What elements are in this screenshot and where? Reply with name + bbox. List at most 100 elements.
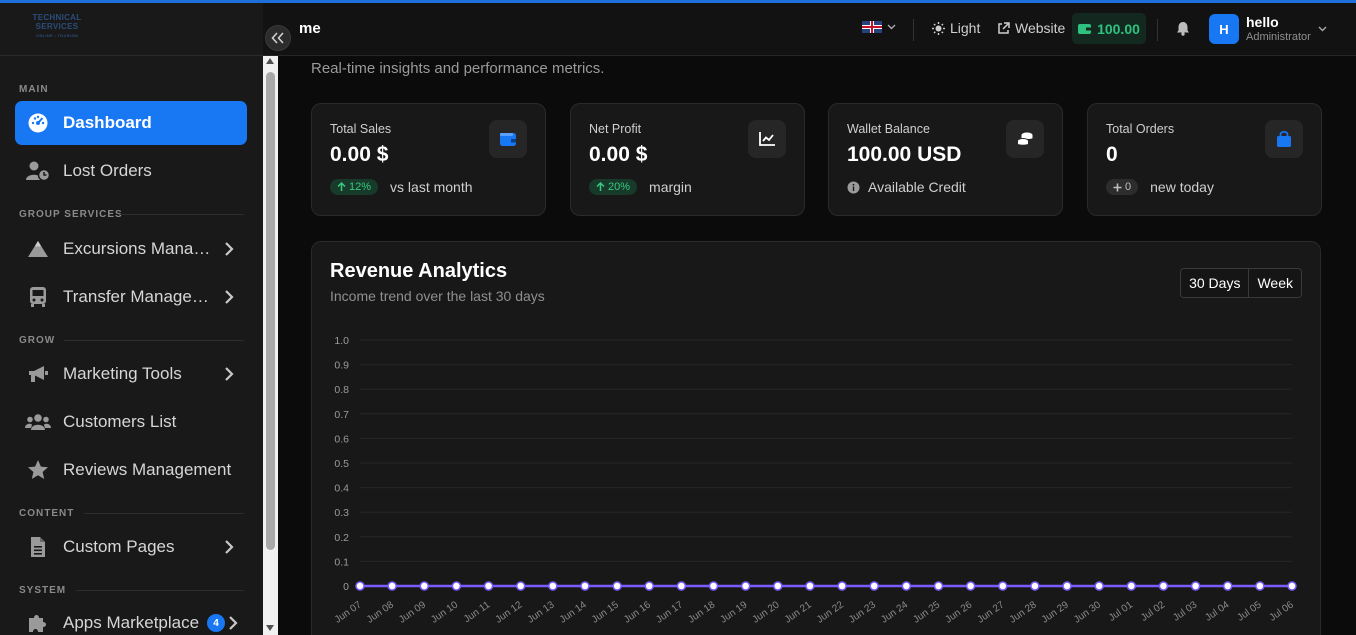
sidebar-item-customers[interactable]: Customers List	[15, 400, 247, 444]
shopping-bag-icon	[1265, 120, 1303, 158]
dashboard-gauge-icon	[25, 110, 51, 136]
chevron-right-icon	[219, 539, 239, 555]
sidebar-item-label: Apps Marketplace	[63, 613, 200, 632]
x-tick-label: Jun 27	[976, 599, 1007, 625]
y-tick-label: 0.3	[334, 507, 349, 519]
revenue-analytics-card: 0 0.1 0.2 0.3 0.4 0.5 0.6 0.7 0.8 0.9 1.0 Jun 07 Jun…	[311, 241, 1321, 635]
page-subtitle: Real-time insights and performance metri…	[311, 60, 605, 77]
card-footer: Available Credit	[847, 179, 966, 195]
data-point	[419, 581, 430, 591]
chevron-right-icon	[219, 289, 239, 305]
scroll-down-arrow-icon[interactable]	[266, 625, 274, 631]
card-footer: 20% margin	[589, 179, 692, 195]
range-week-button[interactable]: Week	[1248, 269, 1301, 297]
chevron-right-icon	[219, 366, 239, 382]
x-tick-label: Jun 17	[654, 599, 685, 625]
section-divider	[76, 590, 244, 591]
sidebar-item-apps-marketplace[interactable]: Apps Marketplace 4	[15, 601, 247, 635]
sidebar-item-label: Transfer Management	[63, 287, 219, 306]
card-footer-text: margin	[649, 179, 692, 195]
data-point	[1158, 581, 1169, 591]
website-label: Website	[1015, 20, 1066, 36]
data-point	[644, 581, 654, 591]
theme-toggle[interactable]: Light	[932, 20, 980, 36]
x-tick-label: Jun 26	[943, 599, 974, 625]
language-selector[interactable]	[862, 21, 896, 33]
chart-title: Revenue Analytics	[330, 260, 508, 282]
trend-badge: 12%	[330, 179, 379, 195]
sidebar-item-label: Custom Pages	[63, 537, 175, 556]
y-tick-label: 1.0	[334, 335, 349, 347]
x-tick-label: Jun 19	[718, 599, 749, 625]
data-point	[548, 581, 558, 591]
stat-card-total-sales: Total Sales 0.00 $ 12% vs last month	[311, 103, 546, 216]
x-tick-label: Jul 05	[1235, 599, 1264, 624]
data-point	[933, 581, 944, 591]
x-tick-label: Jun 12	[494, 599, 525, 625]
data-point	[1094, 581, 1104, 591]
sidebar-item-label: Reviews Management	[63, 460, 232, 479]
orders-today-badge: 0	[1106, 179, 1139, 195]
avatar[interactable]: H	[1209, 14, 1239, 44]
data-point	[740, 581, 751, 591]
page-title: me	[299, 20, 321, 37]
data-point	[355, 581, 365, 591]
users-icon	[25, 409, 51, 435]
range-30-days-button[interactable]: 30 Days	[1181, 269, 1249, 297]
sidebar-item-label: Excursions Management	[63, 239, 219, 258]
sidebar-item-excursions[interactable]: Excursions Management	[15, 227, 247, 271]
notifications-button[interactable]	[1176, 21, 1190, 36]
sidebar-collapse-button[interactable]	[265, 25, 291, 51]
data-point	[773, 581, 783, 591]
sidebar-item-transfer[interactable]: Transfer Management	[15, 275, 247, 319]
data-point	[451, 581, 462, 591]
trend-value: 20%	[608, 181, 631, 193]
external-link-icon	[998, 21, 1010, 34]
chevron-down-icon[interactable]	[1318, 26, 1327, 32]
card-footer-text: vs last month	[390, 179, 473, 195]
section-divider	[84, 513, 244, 514]
data-point	[965, 581, 976, 591]
chevron-down-icon	[887, 24, 896, 30]
sidebar-scrollbar-thumb[interactable]	[266, 72, 275, 550]
x-tick-label: Jun 28	[1008, 599, 1039, 625]
card-value: 100.00 USD	[847, 143, 962, 166]
puzzle-icon	[25, 610, 51, 635]
sidebar-item-custom-pages[interactable]: Custom Pages	[15, 525, 247, 569]
sidebar-item-lost-orders[interactable]: Lost Orders	[15, 149, 247, 193]
scroll-up-arrow-icon[interactable]	[266, 58, 274, 64]
data-point	[837, 581, 847, 591]
x-tick-label: Jul 01	[1107, 599, 1136, 624]
section-label-system: SYSTEM	[19, 585, 67, 596]
card-footer-text: Available Credit	[868, 179, 966, 195]
section-label-main: MAIN	[19, 84, 49, 95]
card-value: 0	[1106, 143, 1118, 166]
section-divider	[64, 340, 244, 341]
x-tick-label: Jun 24	[879, 599, 910, 625]
sidebar-item-label: Customers List	[63, 412, 177, 431]
x-tick-label: Jun 16	[622, 599, 653, 625]
user-name[interactable]: hello	[1246, 14, 1279, 30]
sidebar-item-marketing[interactable]: Marketing Tools	[15, 352, 247, 396]
data-point	[387, 581, 397, 591]
y-tick-label: 0.9	[334, 360, 349, 372]
logo-line-2: SERVICES	[35, 22, 79, 31]
sidebar-item-dashboard[interactable]: Dashboard	[15, 101, 247, 145]
x-tick-label: Jun 22	[815, 599, 846, 625]
bus-icon	[25, 284, 51, 310]
y-tick-label: 0.6	[334, 433, 349, 445]
data-point	[869, 581, 879, 591]
chevron-right-icon	[227, 615, 239, 631]
range-toggle: 30 Days Week	[1180, 268, 1302, 298]
wallet-balance-chip[interactable]: 100.00	[1072, 13, 1146, 44]
card-title: Total Sales	[330, 122, 392, 136]
x-tick-label: Jun 15	[590, 599, 621, 625]
data-point	[612, 581, 622, 591]
y-tick-label: 0	[343, 581, 349, 593]
sidebar-item-reviews[interactable]: Reviews Management	[15, 448, 247, 492]
website-link[interactable]: Website	[997, 20, 1065, 36]
plus-icon	[1113, 183, 1122, 191]
x-tick-label: Jun 29	[1040, 599, 1071, 625]
logo[interactable]: TECHNICAL SERVICES ONLINE • TOURISM	[28, 13, 86, 43]
data-point	[1030, 581, 1040, 591]
